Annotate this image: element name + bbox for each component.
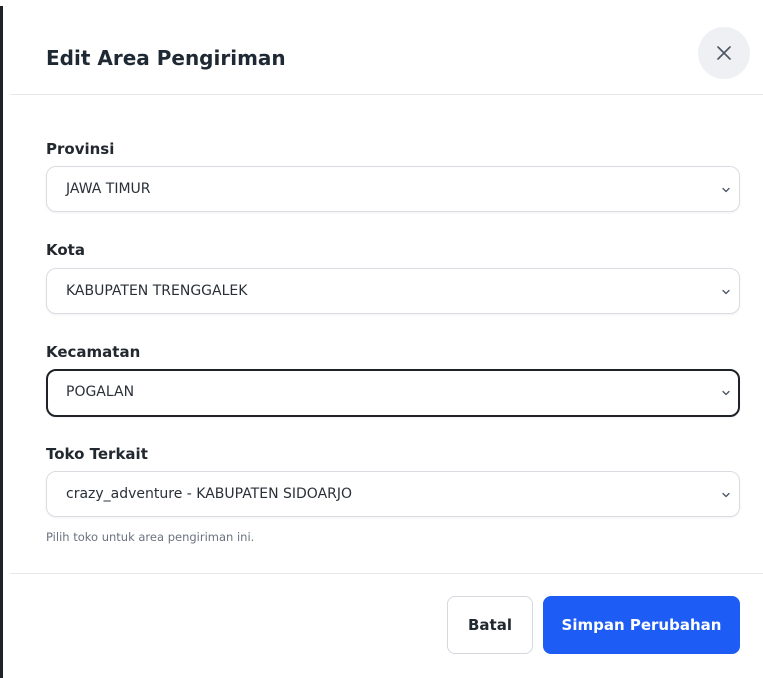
chevron-down-icon — [722, 289, 730, 295]
province-value: JAWA TIMUR — [66, 181, 151, 197]
city-value: KABUPATEN TRENGGALEK — [66, 283, 248, 299]
store-help-text: Pilih toko untuk area pengiriman ini. — [46, 530, 255, 544]
chevron-down-icon — [722, 492, 730, 498]
store-select[interactable]: crazy_adventure - KABUPATEN SIDOARJO — [46, 471, 740, 517]
modal-header: Edit Area Pengiriman — [10, 6, 763, 95]
cancel-button[interactable]: Batal — [447, 596, 533, 654]
province-label: Provinsi — [46, 140, 115, 158]
chevron-down-icon — [722, 187, 730, 193]
district-label: Kecamatan — [46, 343, 141, 361]
edit-delivery-area-modal: Edit Area Pengiriman Provinsi JAWA TIMUR… — [10, 6, 763, 678]
save-changes-button[interactable]: Simpan Perubahan — [543, 596, 740, 654]
modal-footer: Batal Simpan Perubahan — [10, 573, 763, 678]
close-button[interactable] — [698, 27, 750, 79]
chevron-down-icon — [722, 390, 730, 396]
window-edge — [0, 6, 3, 678]
screen: Edit Area Pengiriman Provinsi JAWA TIMUR… — [0, 0, 763, 678]
modal-title: Edit Area Pengiriman — [46, 46, 286, 70]
city-label: Kota — [46, 241, 85, 259]
store-value: crazy_adventure - KABUPATEN SIDOARJO — [66, 486, 353, 502]
province-select[interactable]: JAWA TIMUR — [46, 166, 740, 212]
close-icon — [717, 46, 731, 60]
city-select[interactable]: KABUPATEN TRENGGALEK — [46, 268, 740, 314]
store-label: Toko Terkait — [46, 445, 148, 463]
district-select[interactable]: POGALAN — [46, 369, 740, 417]
district-value: POGALAN — [66, 384, 135, 400]
